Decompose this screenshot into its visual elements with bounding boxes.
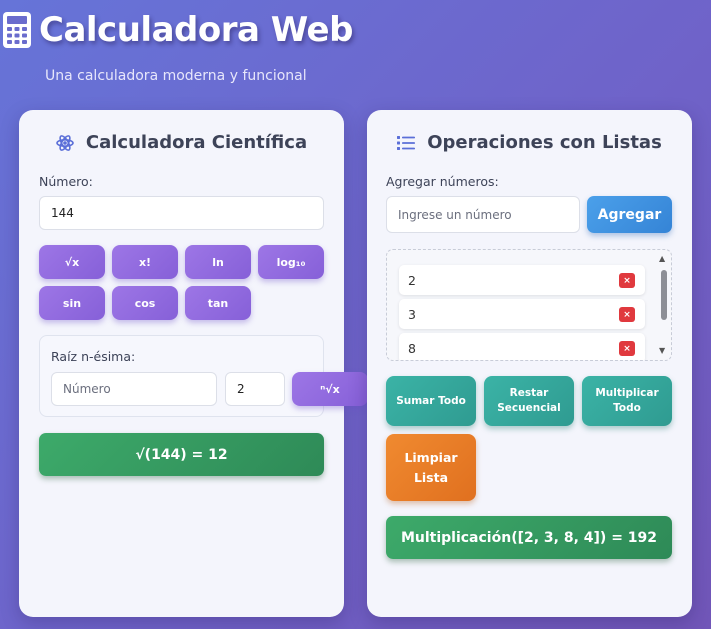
list-card-header: Operaciones con Listas <box>367 132 692 153</box>
number-input[interactable]: 144 <box>39 196 324 230</box>
add-button[interactable]: Agregar <box>587 196 672 233</box>
page-subtitle: Una calculadora moderna y funcional <box>45 68 307 84</box>
subtract-sequential-button[interactable]: Restar Secuencial <box>484 376 574 426</box>
list-item-value: 2 <box>408 272 416 288</box>
scientific-result: √(144) = 12 <box>39 433 324 476</box>
calculator-icon <box>3 12 31 48</box>
delete-item-button[interactable]: × <box>619 307 635 322</box>
ln-button[interactable]: ln <box>185 245 251 279</box>
log10-button[interactable]: log₁₀ <box>258 245 324 279</box>
nth-root-section: Raíz n-ésima: Número 2 ⁿ√x <box>39 335 368 417</box>
nth-root-button[interactable]: ⁿ√x <box>292 372 368 406</box>
scientific-calculator-card: Calculadora Científica Número: 144 √x x!… <box>19 110 368 617</box>
delete-item-button[interactable]: × <box>619 273 635 288</box>
factorial-button[interactable]: x! <box>112 245 178 279</box>
scientific-card-title: Calculadora Científica <box>85 132 308 153</box>
scientific-card-header: Calculadora Científica <box>19 132 344 153</box>
sqrt-button[interactable]: √x <box>39 245 105 279</box>
nth-root-number-input[interactable]: Número <box>51 372 217 406</box>
cos-button[interactable]: cos <box>112 286 178 320</box>
multiply-all-button[interactable]: Multiplicar Todo <box>582 376 672 426</box>
list-result: Multiplicación([2, 3, 8, 4]) = 192 <box>386 516 672 559</box>
scroll-thumb[interactable] <box>661 270 667 320</box>
list-item: 8 × <box>399 333 645 360</box>
sum-all-button[interactable]: Sumar Todo <box>386 376 476 426</box>
number-label: Número: <box>39 174 93 189</box>
atom-icon <box>56 134 74 151</box>
clear-list-button[interactable]: Limpiar Lista <box>386 434 476 501</box>
nth-root-index-input[interactable]: 2 <box>225 372 285 406</box>
list-card-title: Operaciones con Listas <box>427 132 662 153</box>
add-numbers-label: Agregar números: <box>386 174 499 189</box>
scroll-down-arrow-icon[interactable]: ▼ <box>659 346 665 355</box>
list-item: 2 × <box>399 265 645 295</box>
add-number-input[interactable]: Ingrese un número <box>386 196 580 233</box>
scroll-up-arrow-icon[interactable]: ▲ <box>659 254 665 263</box>
list-item-value: 3 <box>408 306 416 322</box>
list-scrollbar[interactable]: ▲ ▼ <box>658 252 669 358</box>
page-title: Calculadora Web <box>39 10 353 50</box>
list-operations-card: Operaciones con Listas Agregar números: … <box>367 110 692 617</box>
app-header: Calculadora Web <box>3 10 353 50</box>
list-icon <box>397 135 416 150</box>
delete-item-button[interactable]: × <box>619 341 635 356</box>
tan-button[interactable]: tan <box>185 286 251 320</box>
list-item-value: 8 <box>408 340 416 356</box>
list-item: 3 × <box>399 299 645 329</box>
nth-root-label: Raíz n-ésima: <box>51 349 136 364</box>
sin-button[interactable]: sin <box>39 286 105 320</box>
number-list[interactable]: 2 × 3 × 8 × ▲ ▼ <box>386 249 672 361</box>
